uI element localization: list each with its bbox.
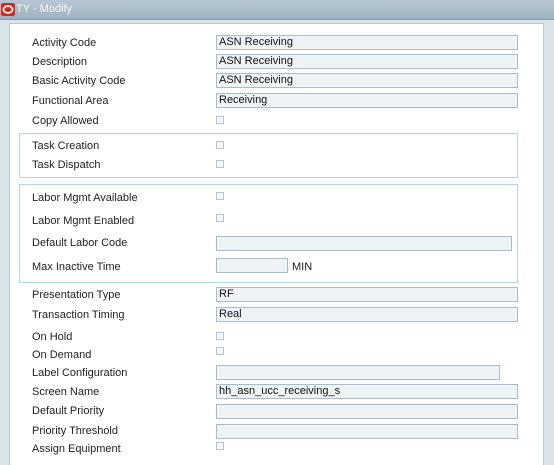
- assign-equipment-checkbox[interactable]: [216, 442, 224, 450]
- on-hold-label: On Hold: [32, 331, 73, 343]
- labor-mgmt-available-label: Labor Mgmt Available: [32, 192, 138, 204]
- default-priority-field[interactable]: [216, 404, 518, 419]
- labor-mgmt-enabled-label: Labor Mgmt Enabled: [32, 215, 135, 227]
- window-titlebar: TY - Modify: [0, 0, 554, 20]
- assign-equipment-label: Assign Equipment: [32, 443, 121, 455]
- transaction-timing-label: Transaction Timing: [32, 309, 125, 321]
- screen-name-field[interactable]: hh_asn_ucc_receiving_s: [216, 384, 518, 399]
- task-dispatch-label: Task Dispatch: [32, 159, 101, 171]
- task-dispatch-checkbox[interactable]: [216, 160, 224, 168]
- label-configuration-label: Label Configuration: [32, 367, 128, 379]
- presentation-type-label: Presentation Type: [32, 289, 121, 301]
- window-title: TY - Modify: [16, 3, 73, 15]
- task-creation-checkbox[interactable]: [216, 141, 224, 149]
- copy-allowed-label: Copy Allowed: [32, 115, 99, 127]
- transaction-timing-field[interactable]: Real: [216, 307, 518, 322]
- functional-area-label: Functional Area: [32, 95, 109, 107]
- on-demand-checkbox[interactable]: [216, 347, 224, 355]
- default-labor-code-field[interactable]: [216, 236, 512, 251]
- on-demand-label: On Demand: [32, 349, 92, 361]
- default-labor-code-label: Default Labor Code: [32, 237, 128, 249]
- priority-threshold-label: Priority Threshold: [32, 425, 118, 437]
- presentation-type-field[interactable]: RF: [216, 287, 518, 302]
- description-label: Description: [32, 56, 88, 68]
- on-hold-checkbox[interactable]: [216, 332, 224, 340]
- oracle-logo-icon: [1, 3, 15, 16]
- activity-code-label: Activity Code: [32, 37, 97, 49]
- task-creation-label: Task Creation: [32, 140, 100, 152]
- basic-activity-code-label: Basic Activity Code: [32, 75, 126, 87]
- description-field[interactable]: ASN Receiving: [216, 54, 518, 69]
- labor-mgmt-available-checkbox[interactable]: [216, 192, 224, 200]
- screen-name-label: Screen Name: [32, 386, 100, 398]
- copy-allowed-checkbox[interactable]: [216, 116, 224, 124]
- basic-activity-code-field[interactable]: ASN Receiving: [216, 73, 518, 88]
- default-priority-label: Default Priority: [32, 405, 105, 417]
- functional-area-field[interactable]: Receiving: [216, 93, 518, 108]
- max-inactive-time-unit: MIN: [292, 261, 313, 273]
- labor-mgmt-enabled-checkbox[interactable]: [216, 214, 224, 222]
- label-configuration-field[interactable]: [216, 365, 500, 380]
- activity-code-field[interactable]: ASN Receiving: [216, 35, 518, 50]
- max-inactive-time-field[interactable]: [216, 258, 288, 273]
- priority-threshold-field[interactable]: [216, 424, 518, 439]
- max-inactive-time-label: Max Inactive Time: [32, 261, 121, 273]
